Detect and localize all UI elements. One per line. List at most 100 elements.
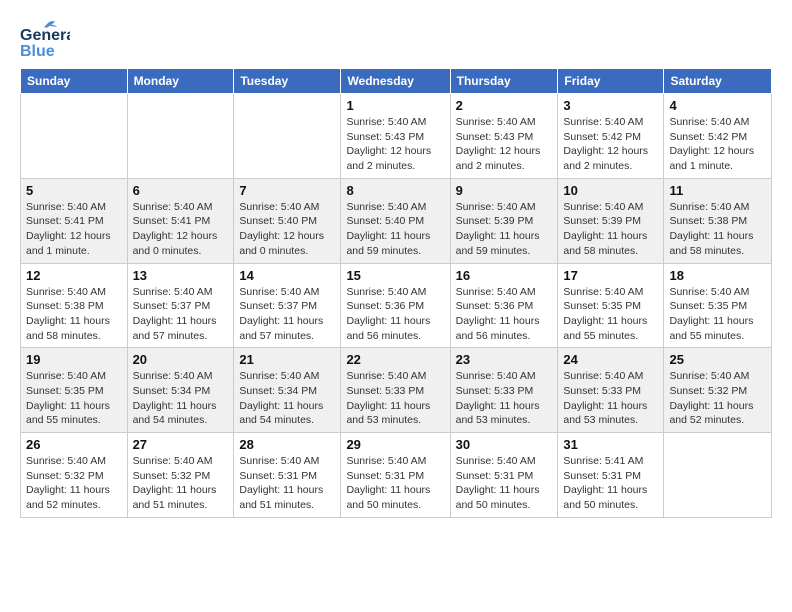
calendar-cell: 31 Sunrise: 5:41 AM Sunset: 5:31 PM Dayli… bbox=[558, 433, 664, 518]
calendar-cell bbox=[127, 94, 234, 179]
day-info: Sunrise: 5:40 AM Sunset: 5:35 PM Dayligh… bbox=[26, 369, 122, 428]
calendar-cell: 4 Sunrise: 5:40 AM Sunset: 5:42 PM Daylig… bbox=[664, 94, 772, 179]
day-info: Sunrise: 5:40 AM Sunset: 5:36 PM Dayligh… bbox=[346, 285, 444, 344]
day-header-sunday: Sunday bbox=[21, 69, 128, 94]
day-info: Sunrise: 5:40 AM Sunset: 5:40 PM Dayligh… bbox=[239, 200, 335, 259]
calendar-cell: 9 Sunrise: 5:40 AM Sunset: 5:39 PM Daylig… bbox=[450, 178, 558, 263]
day-number: 23 bbox=[456, 352, 553, 367]
calendar-cell: 13Sunrise: 5:40 AM Sunset: 5:37 PM Dayli… bbox=[127, 263, 234, 348]
logo-icon: General Blue bbox=[20, 20, 70, 60]
day-number: 17 bbox=[563, 268, 658, 283]
day-number: 19 bbox=[26, 352, 122, 367]
calendar-cell: 8 Sunrise: 5:40 AM Sunset: 5:40 PM Daylig… bbox=[341, 178, 450, 263]
day-number: 30 bbox=[456, 437, 553, 452]
svg-text:Blue: Blue bbox=[20, 43, 55, 60]
calendar-cell: 29 Sunrise: 5:40 AM Sunset: 5:31 PM Dayli… bbox=[341, 433, 450, 518]
calendar-cell: 7 Sunrise: 5:40 AM Sunset: 5:40 PM Daylig… bbox=[234, 178, 341, 263]
day-number: 22 bbox=[346, 352, 444, 367]
day-info: Sunrise: 5:40 AM Sunset: 5:37 PM Dayligh… bbox=[239, 285, 335, 344]
calendar-cell: 19 Sunrise: 5:40 AM Sunset: 5:35 PM Dayli… bbox=[21, 348, 128, 433]
day-number: 12 bbox=[26, 268, 122, 283]
calendar-cell: 24 Sunrise: 5:40 AM Sunset: 5:33 PM Dayli… bbox=[558, 348, 664, 433]
calendar-cell: 17 Sunrise: 5:40 AM Sunset: 5:35 PM Dayli… bbox=[558, 263, 664, 348]
calendar-cell: 16Sunrise: 5:40 AM Sunset: 5:36 PM Dayli… bbox=[450, 263, 558, 348]
calendar-cell: 20 Sunrise: 5:40 AM Sunset: 5:34 PM Dayli… bbox=[127, 348, 234, 433]
day-info: Sunrise: 5:40 AM Sunset: 5:35 PM Dayligh… bbox=[563, 285, 658, 344]
day-number: 6 bbox=[133, 183, 229, 198]
day-header-monday: Monday bbox=[127, 69, 234, 94]
calendar-cell: 22 Sunrise: 5:40 AM Sunset: 5:33 PM Dayli… bbox=[341, 348, 450, 433]
day-info: Sunrise: 5:40 AM Sunset: 5:33 PM Dayligh… bbox=[563, 369, 658, 428]
logo: General Blue bbox=[20, 20, 76, 60]
calendar-cell: 15Sunrise: 5:40 AM Sunset: 5:36 PM Dayli… bbox=[341, 263, 450, 348]
day-number: 11 bbox=[669, 183, 766, 198]
day-number: 18 bbox=[669, 268, 766, 283]
day-info: Sunrise: 5:40 AM Sunset: 5:43 PM Dayligh… bbox=[346, 115, 444, 174]
calendar-header-row: SundayMondayTuesdayWednesdayThursdayFrid… bbox=[21, 69, 772, 94]
day-info: Sunrise: 5:40 AM Sunset: 5:33 PM Dayligh… bbox=[346, 369, 444, 428]
calendar: SundayMondayTuesdayWednesdayThursdayFrid… bbox=[20, 68, 772, 518]
day-info: Sunrise: 5:40 AM Sunset: 5:39 PM Dayligh… bbox=[456, 200, 553, 259]
calendar-cell: 12Sunrise: 5:40 AM Sunset: 5:38 PM Dayli… bbox=[21, 263, 128, 348]
calendar-cell: 1 Sunrise: 5:40 AM Sunset: 5:43 PM Daylig… bbox=[341, 94, 450, 179]
calendar-cell: 28 Sunrise: 5:40 AM Sunset: 5:31 PM Dayli… bbox=[234, 433, 341, 518]
calendar-cell: 18 Sunrise: 5:40 AM Sunset: 5:35 PM Dayli… bbox=[664, 263, 772, 348]
day-info: Sunrise: 5:40 AM Sunset: 5:32 PM Dayligh… bbox=[669, 369, 766, 428]
calendar-week-3: 12Sunrise: 5:40 AM Sunset: 5:38 PM Dayli… bbox=[21, 263, 772, 348]
day-number: 27 bbox=[133, 437, 229, 452]
header: General Blue bbox=[20, 20, 772, 60]
day-info: Sunrise: 5:40 AM Sunset: 5:35 PM Dayligh… bbox=[669, 285, 766, 344]
calendar-cell: 21 Sunrise: 5:40 AM Sunset: 5:34 PM Dayli… bbox=[234, 348, 341, 433]
calendar-cell bbox=[21, 94, 128, 179]
day-number: 2 bbox=[456, 98, 553, 113]
day-info: Sunrise: 5:40 AM Sunset: 5:39 PM Dayligh… bbox=[563, 200, 658, 259]
day-number: 26 bbox=[26, 437, 122, 452]
day-number: 20 bbox=[133, 352, 229, 367]
day-info: Sunrise: 5:40 AM Sunset: 5:38 PM Dayligh… bbox=[669, 200, 766, 259]
day-number: 28 bbox=[239, 437, 335, 452]
day-info: Sunrise: 5:40 AM Sunset: 5:40 PM Dayligh… bbox=[346, 200, 444, 259]
day-number: 25 bbox=[669, 352, 766, 367]
calendar-cell: 27Sunrise: 5:40 AM Sunset: 5:32 PM Dayli… bbox=[127, 433, 234, 518]
day-info: Sunrise: 5:40 AM Sunset: 5:41 PM Dayligh… bbox=[133, 200, 229, 259]
day-info: Sunrise: 5:40 AM Sunset: 5:42 PM Dayligh… bbox=[669, 115, 766, 174]
day-info: Sunrise: 5:41 AM Sunset: 5:31 PM Dayligh… bbox=[563, 454, 658, 513]
calendar-cell: 6 Sunrise: 5:40 AM Sunset: 5:41 PM Daylig… bbox=[127, 178, 234, 263]
day-number: 13 bbox=[133, 268, 229, 283]
calendar-cell: 10 Sunrise: 5:40 AM Sunset: 5:39 PM Dayli… bbox=[558, 178, 664, 263]
day-number: 8 bbox=[346, 183, 444, 198]
day-header-friday: Friday bbox=[558, 69, 664, 94]
day-number: 31 bbox=[563, 437, 658, 452]
calendar-cell: 30 Sunrise: 5:40 AM Sunset: 5:31 PM Dayli… bbox=[450, 433, 558, 518]
day-number: 1 bbox=[346, 98, 444, 113]
day-header-thursday: Thursday bbox=[450, 69, 558, 94]
day-number: 3 bbox=[563, 98, 658, 113]
day-number: 9 bbox=[456, 183, 553, 198]
day-number: 10 bbox=[563, 183, 658, 198]
day-info: Sunrise: 5:40 AM Sunset: 5:34 PM Dayligh… bbox=[133, 369, 229, 428]
day-number: 7 bbox=[239, 183, 335, 198]
calendar-week-1: 1 Sunrise: 5:40 AM Sunset: 5:43 PM Daylig… bbox=[21, 94, 772, 179]
day-info: Sunrise: 5:40 AM Sunset: 5:31 PM Dayligh… bbox=[456, 454, 553, 513]
calendar-cell: 2Sunrise: 5:40 AM Sunset: 5:43 PM Daylig… bbox=[450, 94, 558, 179]
day-header-saturday: Saturday bbox=[664, 69, 772, 94]
calendar-week-4: 19 Sunrise: 5:40 AM Sunset: 5:35 PM Dayli… bbox=[21, 348, 772, 433]
calendar-cell: 26 Sunrise: 5:40 AM Sunset: 5:32 PM Dayli… bbox=[21, 433, 128, 518]
day-number: 4 bbox=[669, 98, 766, 113]
day-number: 14 bbox=[239, 268, 335, 283]
day-info: Sunrise: 5:40 AM Sunset: 5:31 PM Dayligh… bbox=[239, 454, 335, 513]
calendar-cell bbox=[234, 94, 341, 179]
day-info: Sunrise: 5:40 AM Sunset: 5:31 PM Dayligh… bbox=[346, 454, 444, 513]
calendar-cell bbox=[664, 433, 772, 518]
day-number: 21 bbox=[239, 352, 335, 367]
calendar-cell: 25 Sunrise: 5:40 AM Sunset: 5:32 PM Dayli… bbox=[664, 348, 772, 433]
calendar-cell: 23 Sunrise: 5:40 AM Sunset: 5:33 PM Dayli… bbox=[450, 348, 558, 433]
day-number: 24 bbox=[563, 352, 658, 367]
day-number: 29 bbox=[346, 437, 444, 452]
day-info: Sunrise: 5:40 AM Sunset: 5:34 PM Dayligh… bbox=[239, 369, 335, 428]
day-info: Sunrise: 5:40 AM Sunset: 5:41 PM Dayligh… bbox=[26, 200, 122, 259]
day-info: Sunrise: 5:40 AM Sunset: 5:33 PM Dayligh… bbox=[456, 369, 553, 428]
calendar-cell: 5Sunrise: 5:40 AM Sunset: 5:41 PM Daylig… bbox=[21, 178, 128, 263]
day-info: Sunrise: 5:40 AM Sunset: 5:36 PM Dayligh… bbox=[456, 285, 553, 344]
day-info: Sunrise: 5:40 AM Sunset: 5:32 PM Dayligh… bbox=[26, 454, 122, 513]
